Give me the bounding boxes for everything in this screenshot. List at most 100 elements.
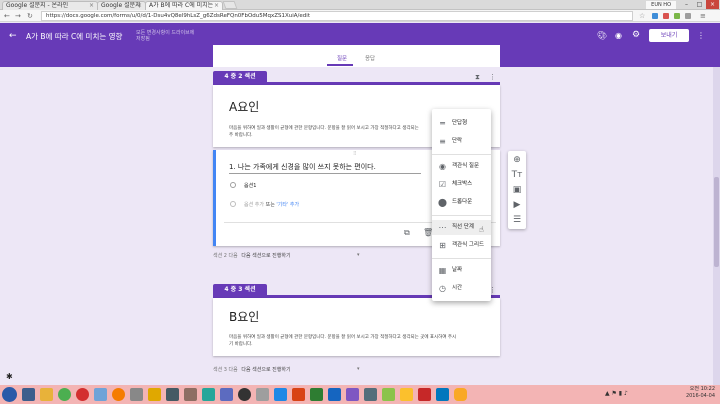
taskbar-app-icon[interactable] bbox=[184, 388, 197, 401]
preview-eye-icon[interactable]: ◉ bbox=[615, 31, 622, 40]
taskbar-app-icon[interactable] bbox=[220, 388, 233, 401]
word-icon[interactable] bbox=[328, 388, 341, 401]
more-options-icon[interactable]: ⋮ bbox=[697, 31, 705, 40]
add-other-link[interactable]: '기타' 추가 bbox=[276, 202, 299, 208]
collapse-section-icon[interactable]: ⧗ bbox=[475, 73, 480, 82]
taskbar-app-icon[interactable] bbox=[148, 388, 161, 401]
section-title[interactable]: B요인 bbox=[229, 308, 259, 325]
browser-menu-icon[interactable]: ≡ bbox=[700, 10, 706, 22]
taskbar-app-icon[interactable] bbox=[94, 388, 107, 401]
section-description[interactable]: 마음을 위하여 일과 생활이 균형에 관한 문항입니다. 문항을 잘 읽어 보시… bbox=[229, 125, 439, 139]
menu-item-multiple-choice[interactable]: ◉ 객관식 질문 bbox=[432, 159, 491, 174]
menu-divider bbox=[432, 154, 491, 155]
dropdown-icon: ⬤ bbox=[438, 198, 447, 207]
question-title-underline bbox=[229, 173, 421, 174]
close-window-icon[interactable]: × bbox=[706, 0, 719, 9]
taskbar-app-icon[interactable] bbox=[400, 388, 413, 401]
scrollbar-thumb[interactable] bbox=[714, 177, 719, 267]
section-description[interactable]: 마음을 위하여 일과 생활이 균형에 관한 문항입니다. 문항을 잘 읽어 보시… bbox=[229, 334, 491, 348]
menu-item-grid[interactable]: ⊞ 객관식 그리드 bbox=[432, 238, 491, 253]
browser-tab-2[interactable]: Google 설문지 × bbox=[97, 1, 146, 10]
palette-icon[interactable]: 🎨︎ bbox=[597, 31, 607, 40]
extension-icon[interactable] bbox=[652, 13, 658, 19]
taskbar-app-icon[interactable] bbox=[382, 388, 395, 401]
tab-responses[interactable]: 응답 bbox=[365, 54, 375, 62]
close-tab-icon[interactable]: × bbox=[89, 2, 94, 10]
add-option-link[interactable]: 옵션 추가 bbox=[244, 202, 264, 208]
taskbar-app-icon[interactable] bbox=[112, 388, 125, 401]
taskbar-app-icon[interactable] bbox=[40, 388, 53, 401]
menu-item-dropdown[interactable]: ⬤ 드롭다운 bbox=[432, 195, 491, 210]
maximize-icon[interactable]: □ bbox=[693, 0, 706, 9]
taskbar-app-icon[interactable] bbox=[364, 388, 377, 401]
reload-icon[interactable]: ↻ bbox=[27, 10, 33, 22]
taskbar-app-icon[interactable] bbox=[130, 388, 143, 401]
section-more-icon[interactable]: ⋮ bbox=[489, 73, 496, 81]
user-badge[interactable]: EUN HO bbox=[646, 1, 676, 9]
clock[interactable]: 오전 10:22 2016-04-04 bbox=[675, 386, 715, 400]
chevron-down-icon[interactable]: ▾ bbox=[357, 366, 360, 372]
menu-item-checkbox[interactable]: ☑ 체크박스 bbox=[432, 177, 491, 192]
menu-item-date[interactable]: ▦ 날짜 bbox=[432, 263, 491, 278]
scrollbar[interactable] bbox=[713, 67, 720, 385]
extension-icon[interactable] bbox=[663, 13, 669, 19]
menu-item-time[interactable]: ◷ 시간 bbox=[432, 281, 491, 296]
back-icon[interactable]: ← bbox=[4, 10, 10, 22]
back-arrow-icon[interactable]: ← bbox=[9, 31, 17, 41]
taskbar-app-icon[interactable] bbox=[202, 388, 215, 401]
minimize-icon[interactable]: – bbox=[680, 0, 693, 9]
settings-gear-icon[interactable]: ⚙ bbox=[632, 30, 640, 40]
after-section-select[interactable]: 다음 섹션으로 진행하기 bbox=[241, 253, 290, 259]
excel-icon[interactable] bbox=[310, 388, 323, 401]
add-option-row: 옵션 추가 또는 '기타' 추가 bbox=[244, 202, 300, 208]
chevron-down-icon[interactable]: ▾ bbox=[357, 252, 360, 258]
taskbar-app-icon[interactable] bbox=[22, 388, 35, 401]
radio-icon bbox=[230, 201, 236, 207]
new-tab-button[interactable] bbox=[222, 1, 238, 9]
section-title[interactable]: A요인 bbox=[229, 98, 259, 115]
browser-tab-1[interactable]: Google 설문지 - 온라인 × bbox=[2, 1, 98, 10]
taskbar-app-icon[interactable] bbox=[166, 388, 179, 401]
address-bar-row: ← → ↻ https://docs.google.com/forms/u/0/… bbox=[0, 10, 720, 22]
outlook-icon[interactable] bbox=[274, 388, 287, 401]
active-tab-indicator bbox=[327, 64, 353, 66]
taskbar-app-icon[interactable] bbox=[76, 388, 89, 401]
add-section-icon[interactable]: ☰ bbox=[508, 211, 526, 229]
chrome-icon[interactable] bbox=[58, 388, 71, 401]
extension-icon[interactable] bbox=[674, 13, 680, 19]
kakaotalk-icon[interactable] bbox=[454, 388, 467, 401]
extension-icon[interactable] bbox=[685, 13, 691, 19]
start-button-icon[interactable] bbox=[2, 387, 17, 402]
star-icon[interactable]: ☆ bbox=[639, 10, 645, 22]
send-button[interactable]: 보내기 bbox=[649, 29, 689, 42]
taskbar-app-icon[interactable] bbox=[238, 388, 251, 401]
taskbar-app-icon[interactable] bbox=[346, 388, 359, 401]
close-tab-icon[interactable]: × bbox=[137, 2, 142, 10]
menu-item-short-answer[interactable]: ═ 단답형 bbox=[432, 116, 491, 131]
option-1-label[interactable]: 옵션1 bbox=[244, 182, 256, 189]
form-title[interactable]: A가 B에 따라 C에 미치는 영향 bbox=[26, 31, 122, 42]
floating-toolbar: ⊕ Tт ▣ ▶ ☰ bbox=[508, 151, 526, 229]
duplicate-icon[interactable]: ⧉ bbox=[404, 228, 410, 238]
tray-icons[interactable]: ▲ ⚑ ▮ ♪ bbox=[605, 390, 628, 397]
powerpoint-icon[interactable] bbox=[292, 388, 305, 401]
forward-icon[interactable]: → bbox=[15, 10, 21, 22]
browser-tab-3[interactable]: A가 B에 따라 C에 미치는 × bbox=[145, 1, 223, 10]
tab-questions[interactable]: 질문 bbox=[337, 54, 347, 62]
drag-handle-icon[interactable]: ⠿ bbox=[353, 151, 357, 157]
taskbar-app-icon[interactable] bbox=[418, 388, 431, 401]
section-badge: 4 중 3 섹션 bbox=[213, 284, 267, 295]
grid-icon: ⊞ bbox=[439, 241, 446, 250]
radio-icon bbox=[230, 182, 236, 188]
close-tab-icon[interactable]: × bbox=[214, 2, 219, 10]
taskbar-app-icon[interactable] bbox=[436, 388, 449, 401]
taskbar-app-icon[interactable] bbox=[256, 388, 269, 401]
url-field[interactable]: https://docs.google.com/forms/u/0/d/1-Ds… bbox=[41, 11, 633, 21]
after-section-select[interactable]: 다음 섹션으로 진행하기 bbox=[241, 367, 290, 373]
after-section-row: 섹션 3 다음 다음 섹션으로 진행하기 bbox=[213, 367, 291, 373]
question-title[interactable]: 1. 나는 가족에게 신경을 많이 쓰지 못하는 편이다. bbox=[229, 162, 376, 172]
short-text-icon: ═ bbox=[440, 119, 445, 128]
menu-item-paragraph[interactable]: ≡ 단락 bbox=[432, 134, 491, 149]
section-3-card: B요인 마음을 위하여 일과 생활이 균형에 관한 문항입니다. 문항을 잘 읽… bbox=[213, 298, 500, 356]
menu-divider bbox=[432, 215, 491, 216]
